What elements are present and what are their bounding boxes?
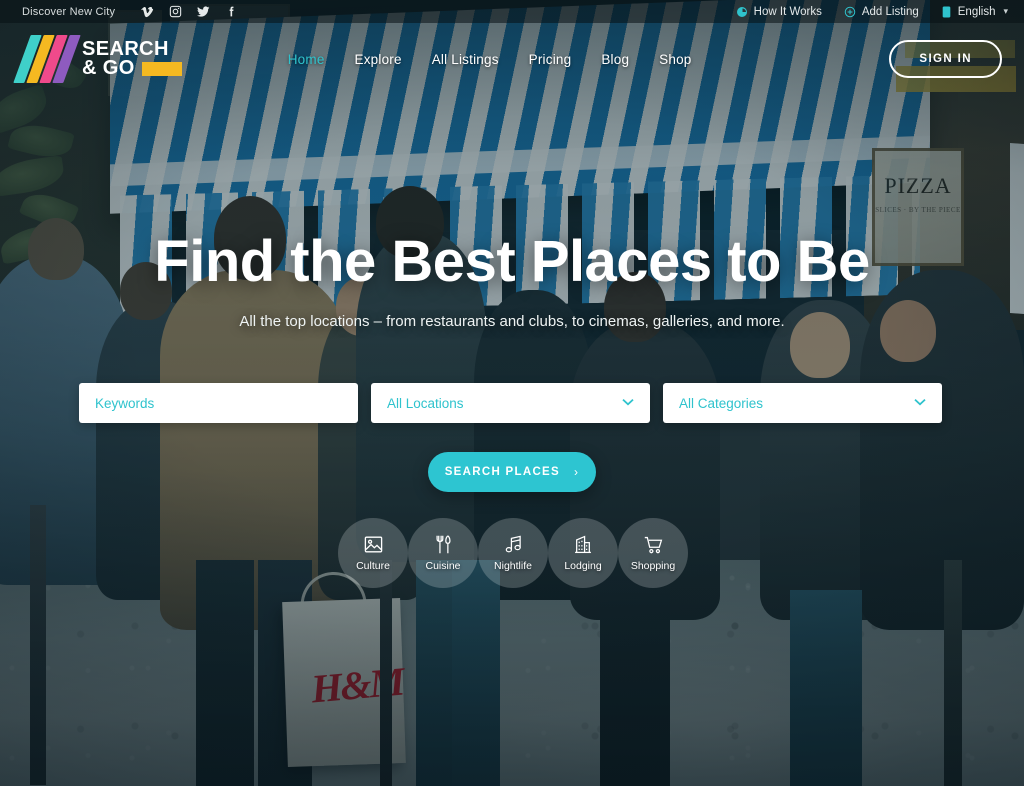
search-places-label: SEARCH PLACES: [444, 466, 560, 478]
category-nightlife-label: Nightlife: [494, 559, 532, 572]
chevron-right-icon: ›: [574, 465, 580, 479]
twitter-icon[interactable]: [189, 0, 217, 23]
page-title: Find the Best Places to Be: [154, 229, 870, 294]
how-it-works-label: How It Works: [753, 5, 822, 18]
topbar-right-group: How It Works Add Listing English ▾: [736, 6, 1024, 18]
facebook-icon[interactable]: [217, 0, 245, 23]
site-logo[interactable]: SEARCH & GO: [13, 35, 182, 83]
fork-knife-icon: [435, 535, 452, 555]
language-selector[interactable]: English ▾: [941, 6, 1008, 18]
logo-wordmark: SEARCH & GO: [82, 39, 182, 79]
add-listing-link[interactable]: Add Listing: [844, 6, 919, 18]
category-cuisine-label: Cuisine: [425, 559, 461, 572]
location-select[interactable]: All Locations: [371, 383, 650, 423]
logo-line-2: & GO: [82, 57, 135, 79]
category-cuisine[interactable]: Cuisine: [408, 518, 478, 588]
search-form: All Locations All Categories: [79, 383, 945, 423]
category-nightlife[interactable]: Nightlife: [478, 518, 548, 588]
category-shortcuts: Culture Cuisine Nightlife Lodging Shoppi…: [338, 518, 688, 588]
chevron-down-icon: [914, 397, 926, 409]
page-root: PIZZASLICES · BY THE PIECE H&M: [0, 0, 1024, 786]
chevron-down-icon: [622, 397, 634, 409]
image-icon: [364, 535, 383, 555]
nav-item-explore[interactable]: Explore: [355, 52, 402, 67]
category-culture-label: Culture: [356, 559, 390, 572]
instagram-icon[interactable]: [161, 0, 189, 23]
chevron-down-icon: ▾: [1003, 6, 1008, 16]
category-lodging[interactable]: Lodging: [548, 518, 618, 588]
site-header: SEARCH & GO Home Explore All Listings Pr…: [0, 23, 1024, 95]
vimeo-icon[interactable]: [133, 0, 161, 23]
main-navigation: Home Explore All Listings Pricing Blog S…: [288, 52, 692, 67]
language-label: English: [957, 5, 996, 18]
search-input[interactable]: [95, 395, 342, 411]
location-select-value: All Locations: [387, 395, 464, 411]
clock-icon: [736, 6, 748, 18]
language-flag-icon: [941, 6, 952, 18]
nav-item-all-listings[interactable]: All Listings: [432, 52, 499, 67]
hero-subtitle: All the top locations – from restaurants…: [239, 313, 785, 330]
topbar-left-group: Discover New City: [0, 0, 245, 23]
category-shopping[interactable]: Shopping: [618, 518, 688, 588]
plus-circle-icon: [844, 6, 856, 18]
keywords-field[interactable]: [79, 383, 358, 423]
search-places-button[interactable]: SEARCH PLACES ›: [428, 452, 596, 492]
category-shopping-label: Shopping: [630, 559, 676, 572]
social-links: [133, 0, 245, 23]
category-culture[interactable]: Culture: [338, 518, 408, 588]
logo-mark-icon: [13, 35, 81, 83]
nav-item-home[interactable]: Home: [288, 52, 325, 67]
category-select-value: All Categories: [679, 395, 764, 411]
sign-in-button[interactable]: SIGN IN: [889, 40, 1002, 78]
add-listing-label: Add Listing: [861, 5, 919, 18]
category-select[interactable]: All Categories: [663, 383, 942, 423]
nav-item-pricing[interactable]: Pricing: [529, 52, 572, 67]
site-tagline: Discover New City: [22, 5, 116, 18]
music-note-icon: [504, 535, 522, 555]
how-it-works-link[interactable]: How It Works: [736, 6, 822, 18]
building-icon: [574, 535, 592, 555]
category-lodging-label: Lodging: [564, 559, 602, 572]
shopping-cart-icon: [644, 535, 663, 555]
nav-item-blog[interactable]: Blog: [601, 52, 629, 67]
top-utility-bar: Discover New City How It Works Add Listi…: [0, 0, 1024, 23]
logo-accent-bar: [141, 61, 182, 76]
nav-item-shop[interactable]: Shop: [659, 52, 691, 67]
